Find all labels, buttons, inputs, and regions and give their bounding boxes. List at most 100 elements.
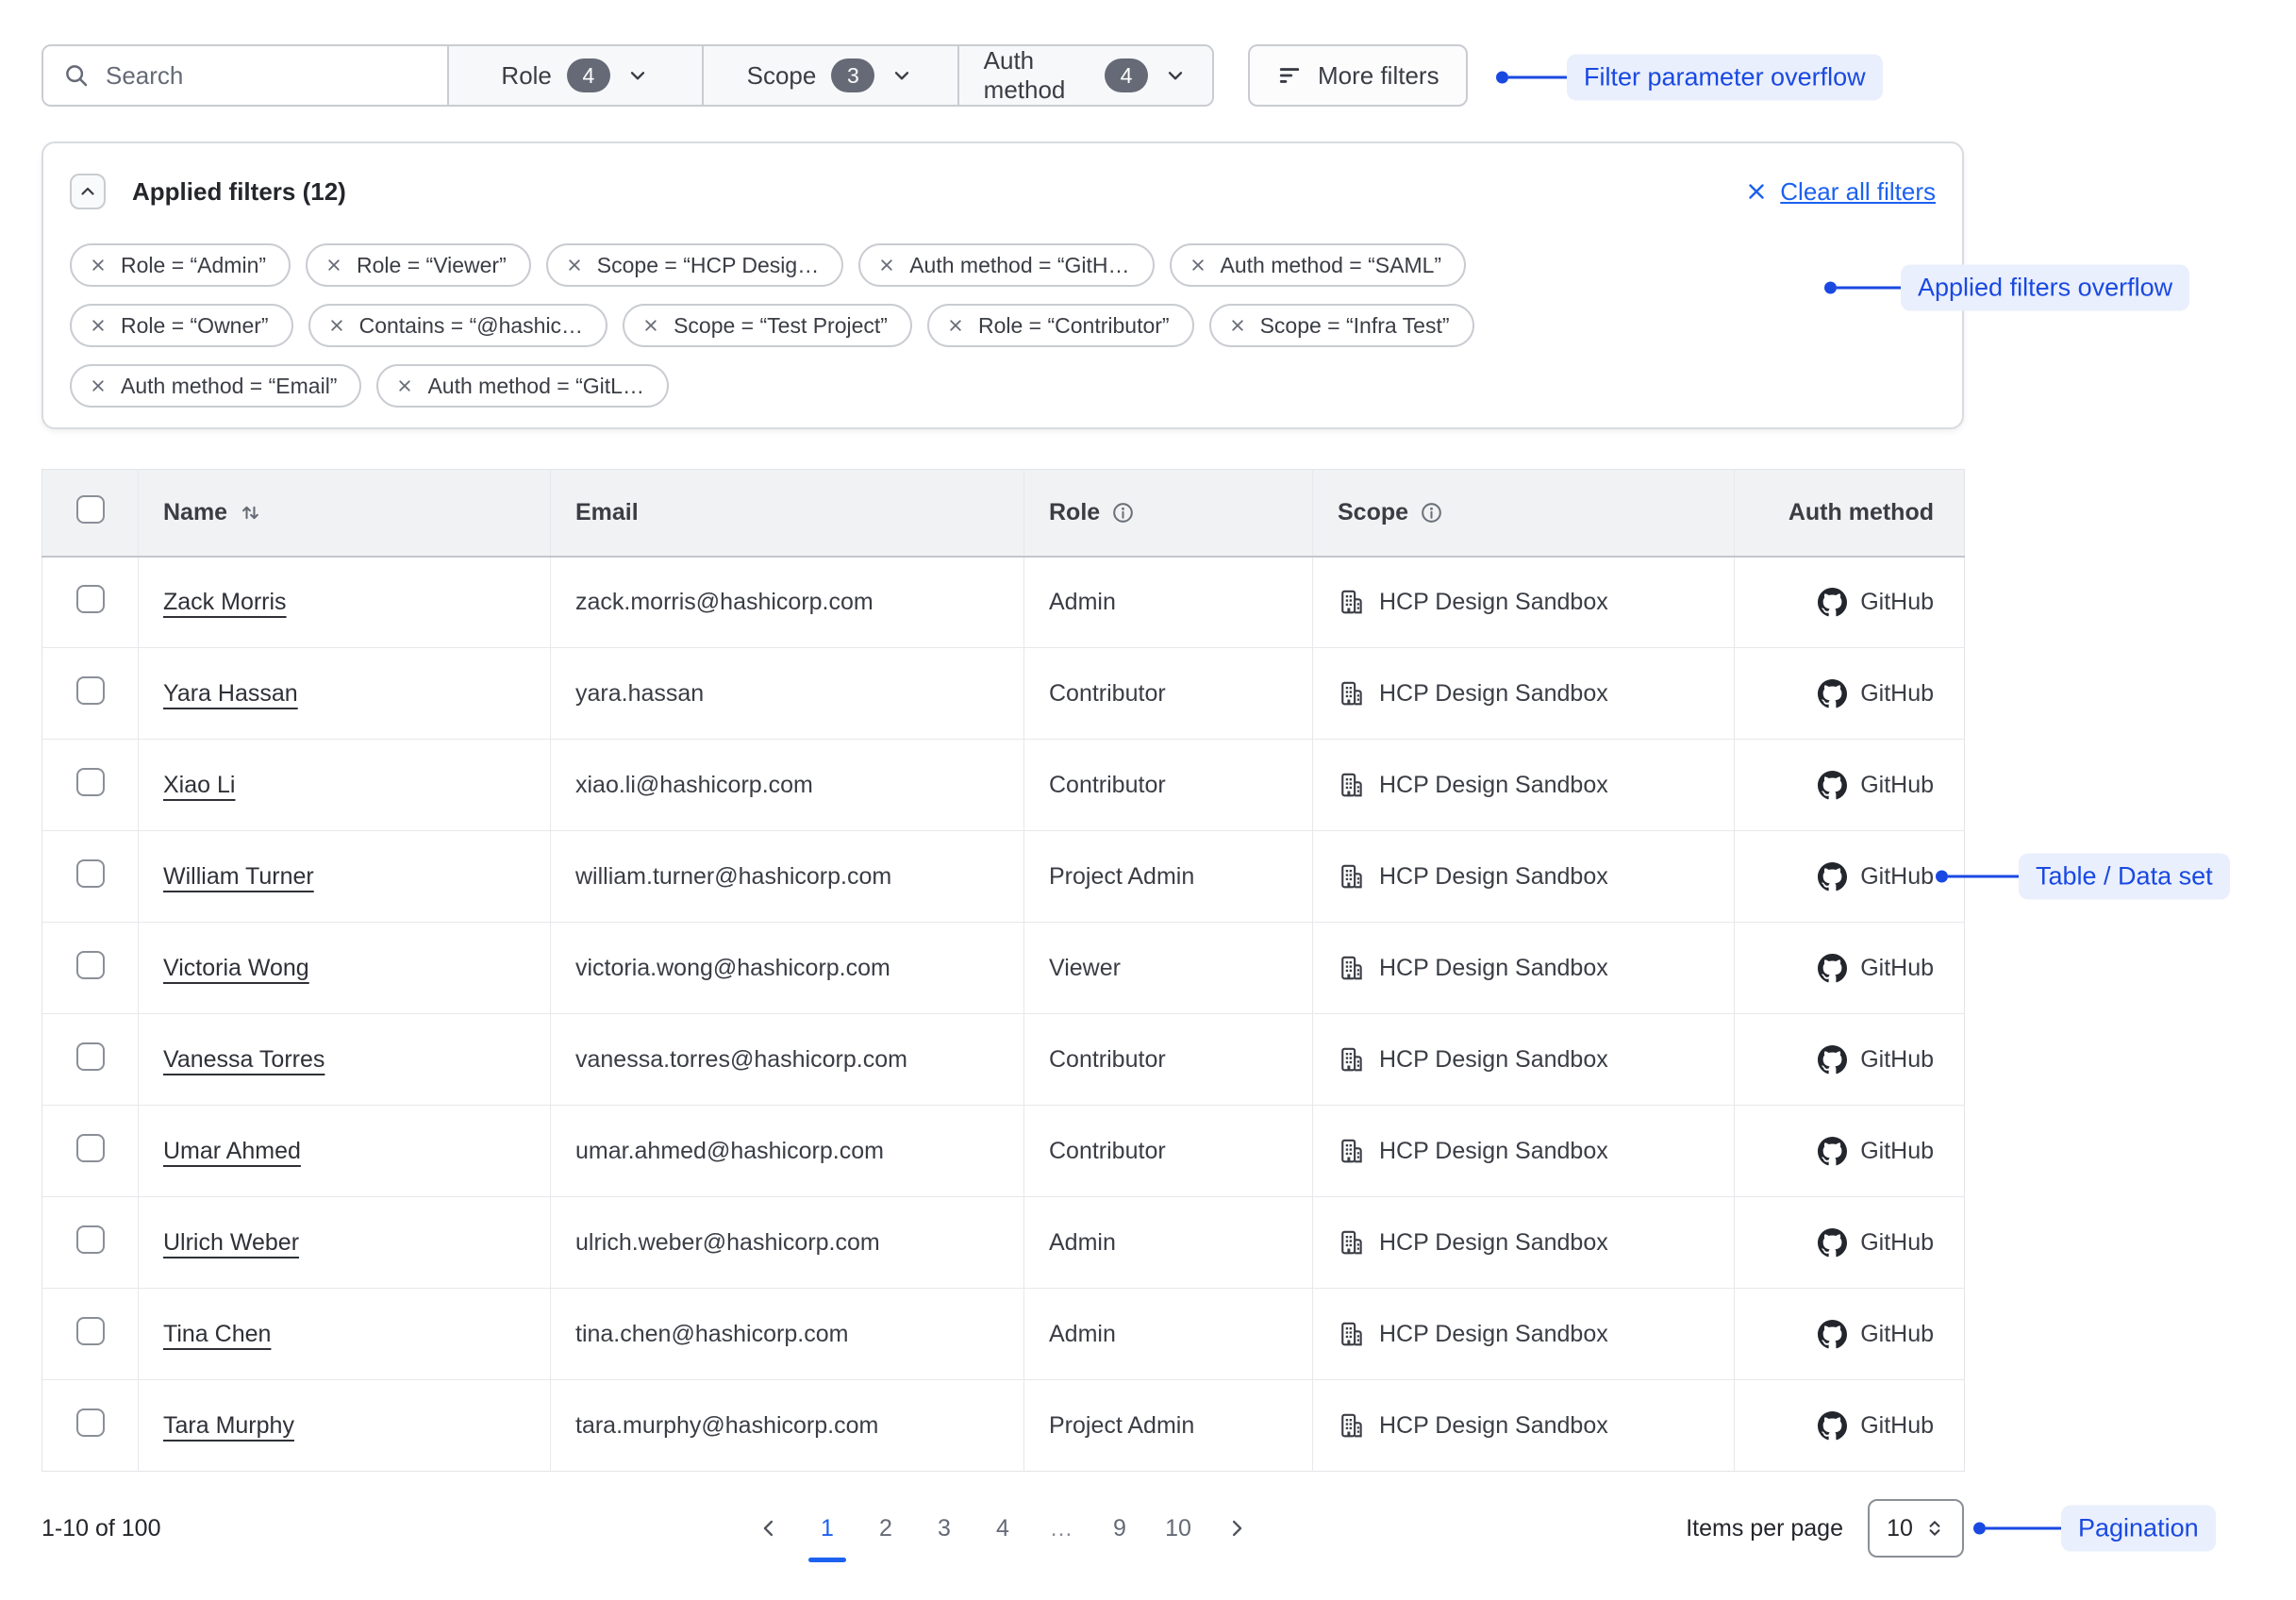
remove-filter-icon[interactable]	[877, 256, 896, 275]
remove-filter-icon[interactable]	[395, 376, 414, 395]
chip-label: Role = “Contributor”	[978, 313, 1170, 339]
applied-filter-chip[interactable]: Role = “Admin”	[70, 243, 291, 287]
user-auth-method: GitHub	[1860, 1321, 1934, 1348]
auth-method-filter-dropdown[interactable]: Auth method 4	[957, 46, 1212, 105]
org-icon	[1338, 1320, 1366, 1348]
search-segment[interactable]	[43, 46, 447, 105]
user-name-link[interactable]: William Turner	[163, 863, 314, 890]
page-number[interactable]: 3	[922, 1500, 967, 1557]
chip-row: Auth method = “Email” Auth method = “Git…	[70, 364, 1936, 408]
user-name-link[interactable]: Xiao Li	[163, 772, 235, 798]
user-name-link[interactable]: Yara Hassan	[163, 680, 298, 707]
users-table: Name Email Role	[42, 469, 1965, 1472]
user-name-link[interactable]: Victoria Wong	[163, 955, 309, 981]
annotation-dot	[1496, 72, 1508, 84]
chevron-down-icon	[890, 63, 914, 88]
table-row: Victoria Wong victoria.wong@hashicorp.co…	[42, 923, 1965, 1014]
github-icon	[1818, 679, 1847, 708]
column-header-email: Email	[575, 499, 639, 525]
items-per-page-select[interactable]: 10	[1868, 1499, 1964, 1558]
more-filters-button[interactable]: More filters	[1248, 44, 1468, 107]
applied-filter-chip[interactable]: Auth method = “GitH…	[858, 243, 1154, 287]
count-badge: 4	[1105, 58, 1148, 92]
remove-filter-icon[interactable]	[89, 376, 108, 395]
applied-filter-chip[interactable]: Role = “Viewer”	[306, 243, 531, 287]
info-icon[interactable]	[1111, 501, 1135, 525]
applied-filter-chip[interactable]: Auth method = “Email”	[70, 364, 361, 408]
user-name-link[interactable]: Tina Chen	[163, 1321, 271, 1347]
row-checkbox[interactable]	[76, 676, 105, 705]
user-role: Viewer	[1049, 955, 1121, 981]
clear-all-filters-link[interactable]: Clear all filters	[1744, 177, 1936, 207]
remove-filter-icon[interactable]	[1189, 256, 1207, 275]
role-filter-dropdown[interactable]: Role 4	[447, 46, 702, 105]
sort-icon[interactable]	[239, 501, 262, 525]
user-name-link[interactable]: Tara Murphy	[163, 1412, 294, 1439]
row-checkbox[interactable]	[76, 1134, 105, 1162]
user-auth-method: GitHub	[1860, 863, 1934, 891]
page-number[interactable]: 10	[1156, 1500, 1201, 1557]
user-auth-method: GitHub	[1860, 680, 1934, 708]
row-checkbox[interactable]	[76, 1225, 105, 1254]
scope-filter-dropdown[interactable]: Scope 3	[702, 46, 957, 105]
collapse-button[interactable]	[70, 174, 106, 209]
search-input[interactable]	[104, 60, 428, 92]
applied-filter-chip[interactable]: Contains = “@hashic…	[308, 304, 607, 347]
previous-page-button[interactable]	[746, 1500, 791, 1557]
page-number[interactable]: 4	[980, 1500, 1025, 1557]
remove-filter-icon[interactable]	[324, 256, 343, 275]
annotation-dot	[1973, 1523, 1986, 1535]
user-role: Project Admin	[1049, 863, 1194, 890]
applied-filter-chip[interactable]: Role = “Contributor”	[927, 304, 1194, 347]
remove-filter-icon[interactable]	[946, 316, 965, 335]
org-icon	[1338, 1228, 1366, 1257]
dropdown-label: Auth method	[984, 46, 1090, 105]
applied-filter-chip[interactable]: Auth method = “GitL…	[376, 364, 668, 408]
remove-filter-icon[interactable]	[641, 316, 660, 335]
user-name-link[interactable]: Zack Morris	[163, 589, 287, 615]
select-all-checkbox[interactable]	[76, 495, 105, 524]
user-scope: HCP Design Sandbox	[1379, 955, 1608, 982]
table-row: Umar Ahmed umar.ahmed@hashicorp.com Cont…	[42, 1106, 1965, 1197]
user-name-link[interactable]: Umar Ahmed	[163, 1138, 301, 1164]
info-icon[interactable]	[1420, 501, 1443, 525]
user-email: tina.chen@hashicorp.com	[575, 1321, 848, 1347]
column-header-name[interactable]: Name	[163, 499, 227, 526]
remove-filter-icon[interactable]	[327, 316, 346, 335]
user-scope: HCP Design Sandbox	[1379, 1138, 1608, 1165]
github-icon	[1818, 771, 1847, 800]
applied-filter-chip[interactable]: Scope = “HCP Desig…	[546, 243, 843, 287]
page-number-label: 9	[1113, 1515, 1126, 1542]
chip-label: Role = “Owner”	[121, 313, 269, 339]
applied-filter-chip[interactable]: Scope = “Infra Test”	[1209, 304, 1474, 347]
row-checkbox[interactable]	[76, 1408, 105, 1437]
remove-filter-icon[interactable]	[89, 316, 108, 335]
page-number[interactable]: 2	[863, 1500, 908, 1557]
annotation-line	[1508, 76, 1567, 79]
next-page-button[interactable]	[1214, 1500, 1259, 1557]
page-number[interactable]: 1	[805, 1500, 850, 1557]
applied-filter-chip[interactable]: Role = “Owner”	[70, 304, 293, 347]
applied-filter-chip[interactable]: Auth method = “SAML”	[1170, 243, 1467, 287]
row-checkbox[interactable]	[76, 1317, 105, 1345]
user-name-link[interactable]: Vanessa Torres	[163, 1046, 324, 1073]
user-role: Contributor	[1049, 680, 1166, 707]
row-checkbox[interactable]	[76, 859, 105, 888]
applied-filter-chip[interactable]: Scope = “Test Project”	[623, 304, 912, 347]
user-scope: HCP Design Sandbox	[1379, 589, 1608, 616]
chevron-down-icon	[625, 63, 650, 88]
github-icon	[1818, 1411, 1847, 1441]
row-checkbox[interactable]	[76, 1042, 105, 1071]
row-checkbox[interactable]	[76, 951, 105, 979]
remove-filter-icon[interactable]	[565, 256, 584, 275]
user-scope: HCP Design Sandbox	[1379, 772, 1608, 799]
row-checkbox[interactable]	[76, 585, 105, 613]
user-name-link[interactable]: Ulrich Weber	[163, 1229, 299, 1256]
remove-filter-icon[interactable]	[89, 256, 108, 275]
items-per-page-label: Items per page	[1686, 1515, 1843, 1542]
page-number[interactable]: 9	[1097, 1500, 1142, 1557]
annotation-filter-overflow: Filter parameter overflow	[1496, 55, 1883, 101]
remove-filter-icon[interactable]	[1228, 316, 1247, 335]
row-checkbox[interactable]	[76, 768, 105, 796]
annotation-line	[1837, 287, 1901, 290]
